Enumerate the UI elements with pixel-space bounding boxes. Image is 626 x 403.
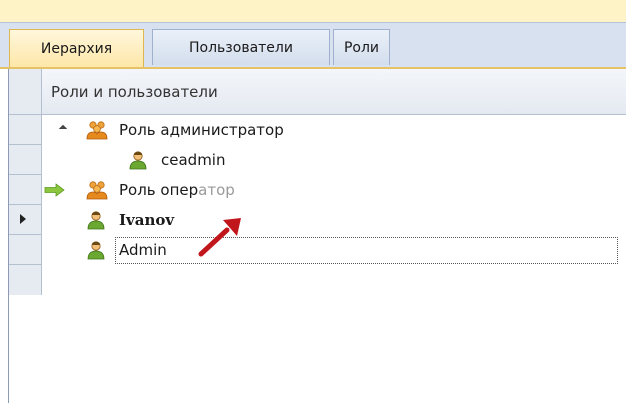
role-name-label: Роль оператор bbox=[119, 181, 235, 199]
role-name-faded: атор bbox=[198, 181, 235, 199]
user-name-label: Ivanov bbox=[119, 211, 175, 229]
tab-roles[interactable]: Роли bbox=[333, 29, 390, 65]
user-icon bbox=[86, 210, 106, 230]
hierarchy-grid: Роли и пользователи Роль администратор c… bbox=[8, 69, 626, 403]
tree-row-user-ceadmin[interactable]: ceadmin bbox=[42, 145, 626, 175]
user-icon bbox=[128, 150, 148, 170]
tree-row-user-ivanov[interactable]: Ivanov bbox=[42, 205, 626, 235]
indicator-cell[interactable] bbox=[9, 205, 41, 235]
indicator-cell[interactable] bbox=[9, 145, 41, 175]
tab-strip: Иерархия Пользователи Роли bbox=[0, 22, 626, 69]
indicator-header-cell bbox=[9, 69, 41, 115]
user-icon bbox=[86, 240, 106, 260]
indicator-cell[interactable] bbox=[9, 235, 41, 265]
users-group-icon bbox=[86, 120, 108, 140]
focused-cell-outline bbox=[115, 237, 618, 264]
tree-row-role-admin[interactable]: Роль администратор bbox=[42, 115, 626, 145]
column-header-roles-users: Роли и пользователи bbox=[51, 83, 218, 101]
green-arrow-icon bbox=[44, 183, 66, 197]
indicator-cell[interactable] bbox=[9, 175, 41, 205]
users-group-icon bbox=[86, 180, 108, 200]
row-indicator-column bbox=[9, 69, 42, 295]
indicator-cell[interactable] bbox=[9, 115, 41, 145]
expand-collapse-icon[interactable] bbox=[58, 124, 68, 134]
user-name-label: ceadmin bbox=[161, 151, 226, 169]
tab-users[interactable]: Пользователи bbox=[152, 29, 330, 65]
role-name-label: Роль администратор bbox=[119, 121, 284, 139]
window-top-strip bbox=[0, 0, 626, 22]
red-arrow-cursor-icon bbox=[197, 212, 247, 258]
tree-row-role-operator[interactable]: Роль оператор bbox=[42, 175, 626, 205]
current-row-pointer-icon bbox=[20, 214, 26, 224]
role-name-main: Роль опер bbox=[119, 181, 199, 199]
grid-header[interactable]: Роли и пользователи bbox=[9, 69, 626, 115]
tab-hierarchy[interactable]: Иерархия bbox=[9, 29, 144, 67]
